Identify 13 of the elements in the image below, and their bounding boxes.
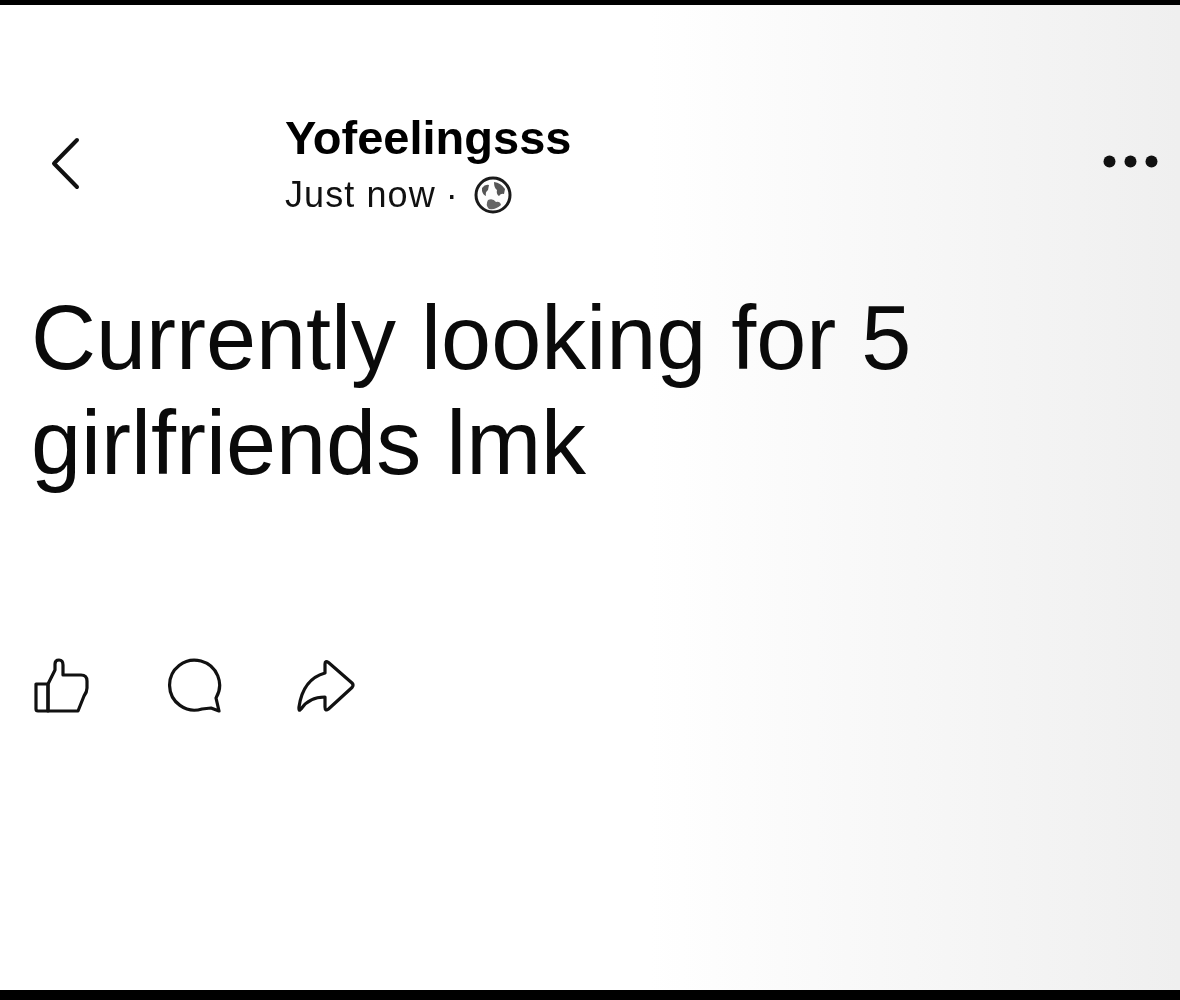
separator-dot: · bbox=[445, 173, 458, 217]
author-name[interactable]: Yofeelingsss bbox=[285, 111, 572, 165]
post-text: Currently looking for 5 girlfriends lmk bbox=[31, 287, 913, 495]
globe-icon bbox=[473, 176, 512, 214]
back-button[interactable] bbox=[50, 137, 80, 190]
share-button[interactable] bbox=[297, 659, 355, 713]
more-button[interactable] bbox=[1103, 155, 1158, 168]
like-button[interactable] bbox=[33, 658, 89, 714]
chevron-left-icon bbox=[50, 137, 80, 190]
post-time: Just now bbox=[285, 173, 436, 217]
more-icon bbox=[1103, 155, 1158, 168]
share-arrow-icon bbox=[297, 659, 355, 713]
thumbs-up-icon bbox=[33, 658, 89, 714]
